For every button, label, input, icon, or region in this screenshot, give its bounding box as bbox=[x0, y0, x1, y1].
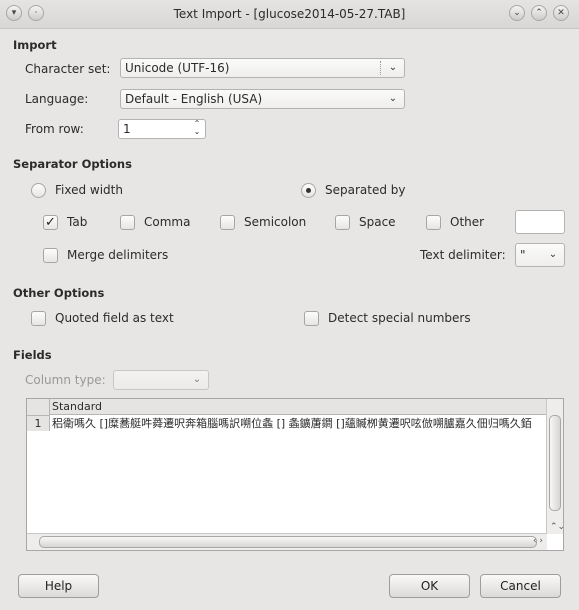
ok-button[interactable]: OK bbox=[389, 574, 470, 598]
space-checkbox[interactable] bbox=[335, 215, 350, 230]
vertical-scroll-thumb[interactable] bbox=[549, 415, 561, 511]
separated-by-radio[interactable] bbox=[301, 183, 316, 198]
spin-arrows-icon[interactable]: ⌃ ⌄ bbox=[191, 120, 203, 138]
help-button[interactable]: Help bbox=[18, 574, 99, 598]
horizontal-scrollbar[interactable]: ‹ › bbox=[27, 533, 547, 550]
tab-label: Tab bbox=[67, 215, 88, 229]
vertical-scrollbar[interactable]: ⌃⌄ bbox=[546, 399, 565, 534]
charset-label: Character set: bbox=[25, 62, 111, 76]
fromrow-spinner[interactable]: 1 ⌃ ⌄ bbox=[118, 119, 206, 139]
comma-label: Comma bbox=[144, 215, 191, 229]
other-checkbox[interactable] bbox=[426, 215, 441, 230]
minimize-icon[interactable]: ⌄ bbox=[509, 5, 525, 21]
grid-corner bbox=[27, 399, 50, 416]
other-input[interactable] bbox=[515, 210, 565, 234]
language-select[interactable]: Default - English (USA) ⌄ bbox=[120, 89, 405, 109]
maximize-icon[interactable]: ⌃ bbox=[531, 5, 547, 21]
scroll-arrows-icon[interactable]: ⌃⌄ bbox=[550, 522, 565, 532]
other-options-heading: Other Options bbox=[13, 286, 105, 300]
chevron-down-icon: ⌄ bbox=[388, 62, 398, 73]
chevron-down-icon: ⌄ bbox=[548, 249, 558, 260]
fromrow-label: From row: bbox=[25, 122, 84, 136]
charset-value: Unicode (UTF-16) bbox=[125, 61, 230, 75]
grid-cell: 稆衛嗎久 []糜蕎艇吽蕣遷呎奔箱腦嗎訳嗍位螽 [] 螽鑛蓎鐧 []蘊贓栁黄遷呎呟… bbox=[52, 417, 532, 430]
separated-by-label: Separated by bbox=[325, 183, 406, 197]
window-title: Text Import - [glucose2014-05-27.TAB] bbox=[173, 7, 406, 21]
merge-delimiters-label: Merge delimiters bbox=[67, 248, 169, 262]
merge-delimiters-checkbox[interactable] bbox=[43, 248, 58, 263]
chevron-down-icon: ⌄ bbox=[192, 374, 202, 385]
scroll-left-right-icon[interactable]: ‹ › bbox=[533, 536, 543, 546]
language-label: Language: bbox=[25, 92, 89, 106]
column-type-label: Column type: bbox=[25, 373, 106, 387]
quoted-field-checkbox[interactable] bbox=[31, 311, 46, 326]
semicolon-checkbox[interactable] bbox=[220, 215, 235, 230]
detect-numbers-checkbox[interactable] bbox=[304, 311, 319, 326]
cancel-button[interactable]: Cancel bbox=[480, 574, 561, 598]
tab-checkbox[interactable]: ✓ bbox=[43, 215, 58, 230]
row-header: 1 bbox=[27, 416, 50, 431]
text-delimiter-label: Text delimiter: bbox=[420, 248, 506, 262]
checkmark-icon: ✓ bbox=[45, 215, 56, 230]
charset-select[interactable]: Unicode (UTF-16) ⌄ bbox=[120, 58, 405, 78]
close-icon[interactable]: ✕ bbox=[553, 5, 569, 21]
language-value: Default - English (USA) bbox=[125, 92, 263, 106]
chevron-down-icon: ⌄ bbox=[388, 93, 398, 104]
fromrow-value: 1 bbox=[123, 122, 131, 136]
comma-checkbox[interactable] bbox=[120, 215, 135, 230]
fixed-width-radio[interactable] bbox=[31, 183, 46, 198]
semicolon-label: Semicolon bbox=[244, 215, 307, 229]
detect-numbers-label: Detect special numbers bbox=[328, 311, 471, 325]
charset-separator bbox=[380, 61, 381, 75]
text-delimiter-select[interactable]: " ⌄ bbox=[515, 243, 565, 267]
horizontal-scroll-thumb[interactable] bbox=[39, 536, 537, 548]
fixed-width-label: Fixed width bbox=[55, 183, 123, 197]
title-bar: ▾ · Text Import - [glucose2014-05-27.TAB… bbox=[0, 0, 579, 29]
quoted-field-label: Quoted field as text bbox=[55, 311, 174, 325]
column-type-select[interactable]: ⌄ bbox=[113, 370, 209, 390]
text-delimiter-value: " bbox=[520, 248, 526, 262]
import-heading: Import bbox=[13, 38, 57, 52]
column-header[interactable]: Standard bbox=[50, 399, 546, 415]
space-label: Space bbox=[359, 215, 396, 229]
fields-heading: Fields bbox=[13, 348, 52, 362]
other-label: Other bbox=[450, 215, 485, 229]
separator-heading: Separator Options bbox=[13, 157, 132, 171]
preview-grid[interactable]: Standard 1 稆衛嗎久 []糜蕎艇吽蕣遷呎奔箱腦嗎訳嗍位螽 [] 螽鑛蓎… bbox=[26, 398, 565, 551]
